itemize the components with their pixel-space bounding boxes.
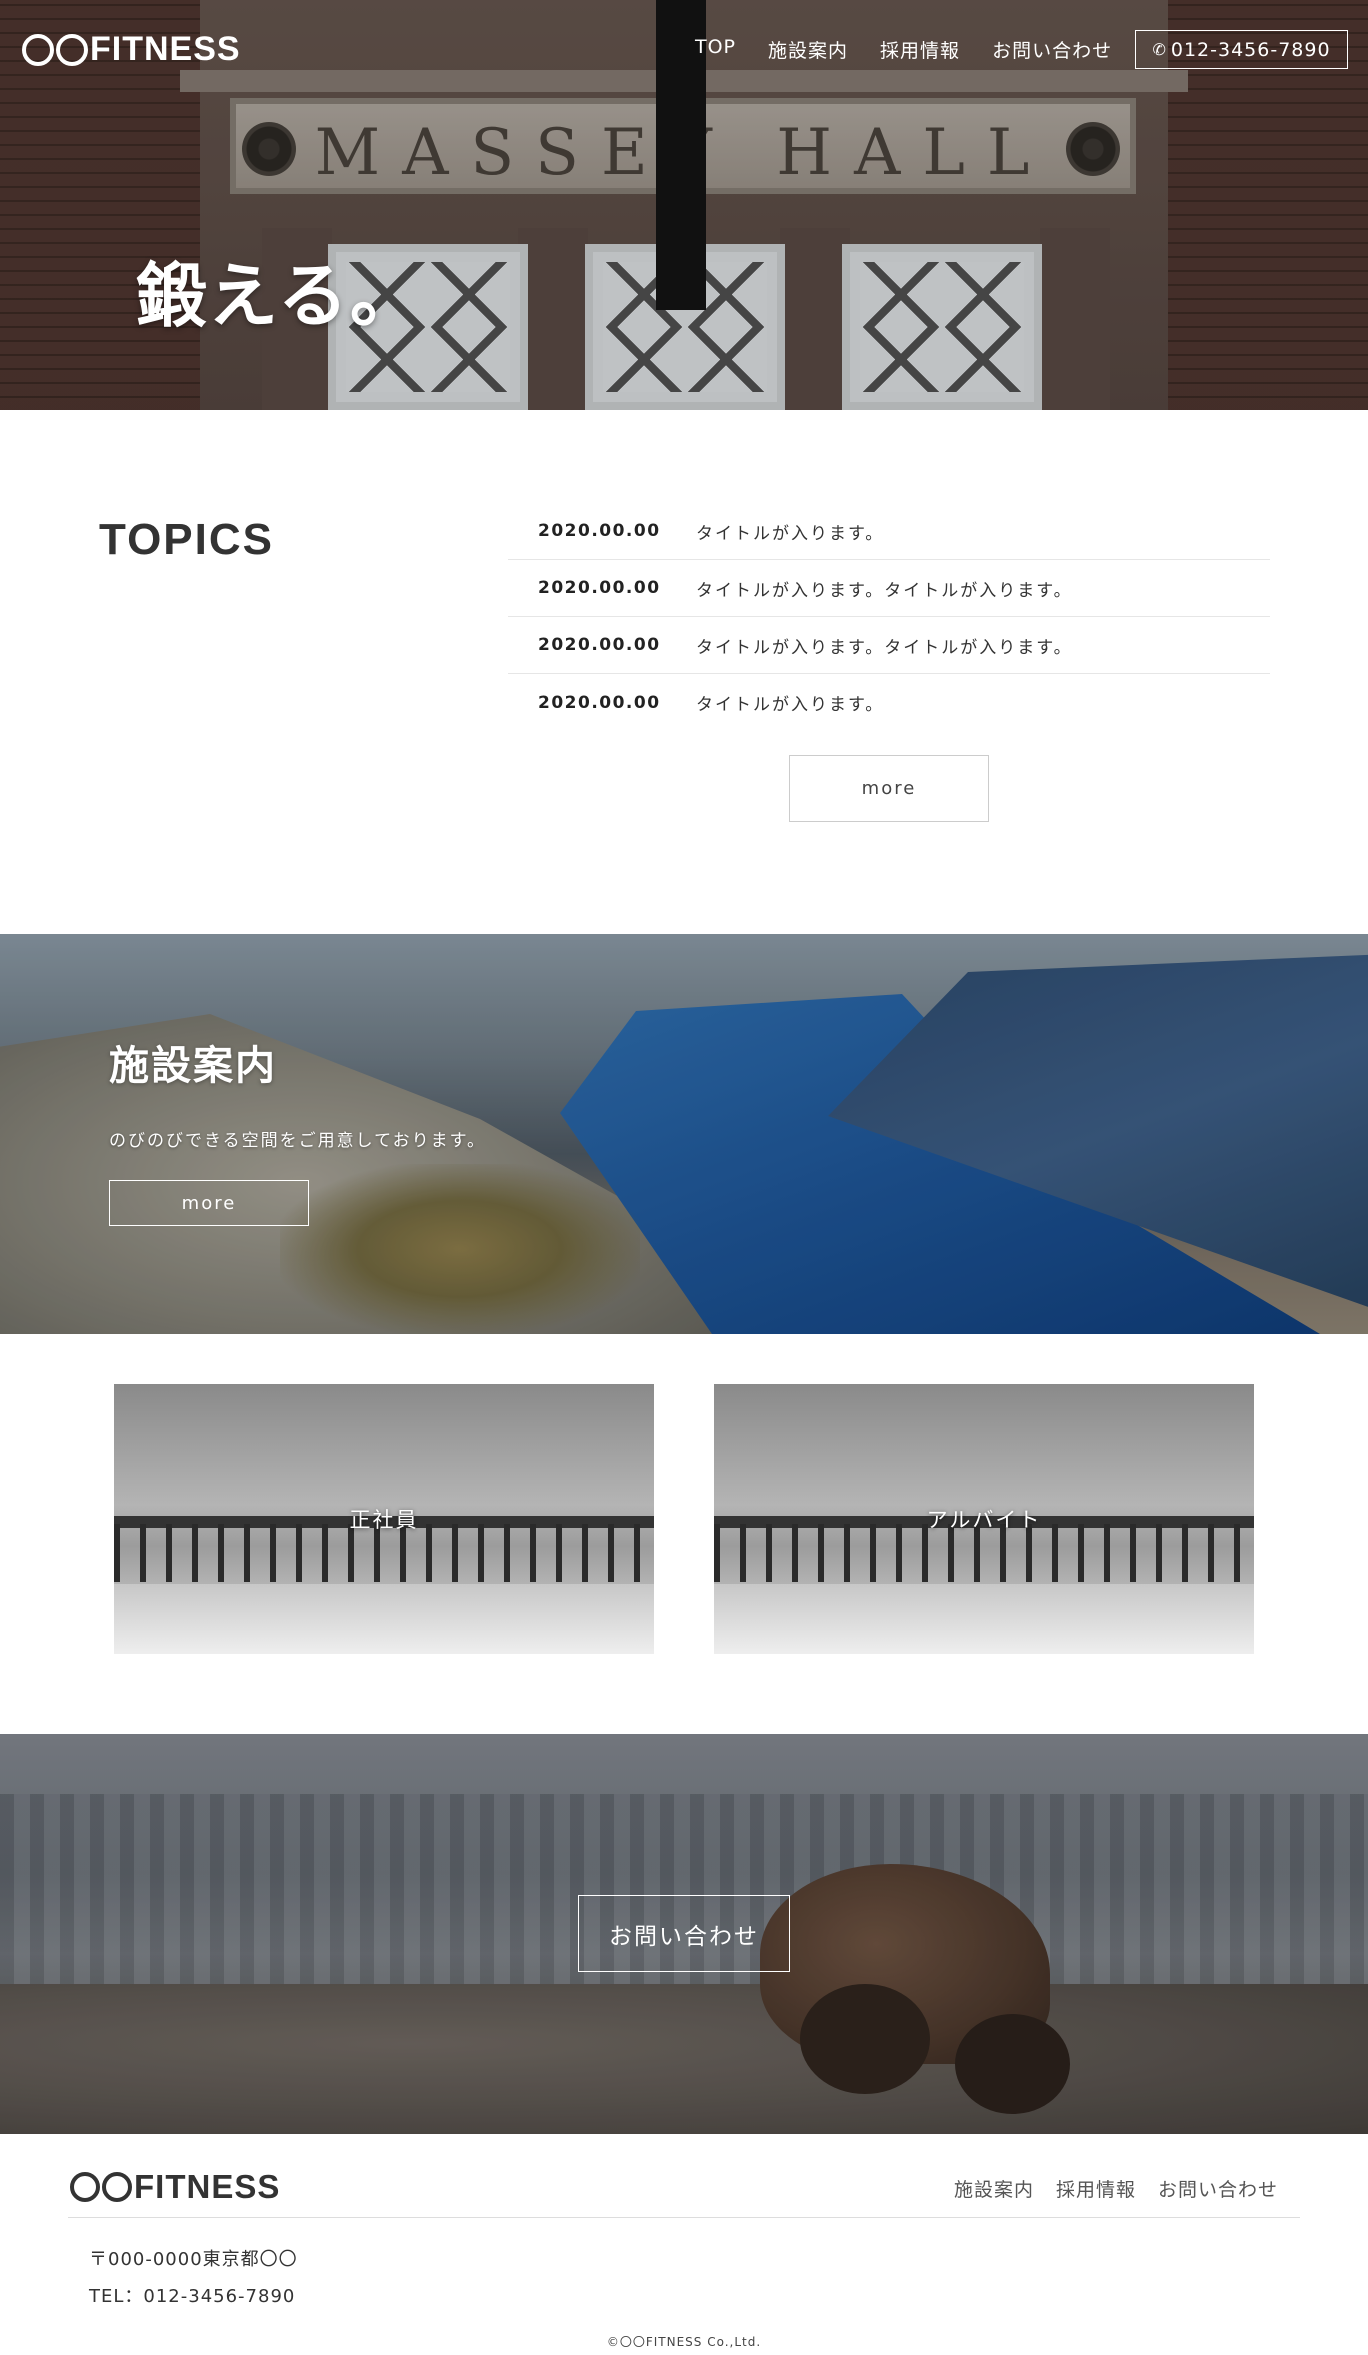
header-nav: TOP 施設案内 採用情報 お問い合わせ — [695, 36, 1112, 63]
topic-item[interactable]: 2020.00.00 タイトルが入ります。 — [508, 503, 1270, 560]
logo-circle-icon — [56, 33, 88, 66]
recruit-card-fulltime[interactable]: 正社員 — [114, 1384, 654, 1654]
contact-button[interactable]: お問い合わせ — [578, 1895, 790, 1972]
header-tel-button[interactable]: ✆ 012-3456-7890 — [1135, 30, 1348, 69]
header-logo-text: FITNESS — [90, 30, 241, 68]
topic-title: タイトルが入ります。タイトルが入ります。 — [696, 580, 1073, 601]
recruit-card-label: 正社員 — [349, 1508, 419, 1532]
copyright: ©〇〇FITNESS Co.,Ltd. — [606, 2335, 762, 2349]
topic-date: 2020.00.00 — [538, 578, 661, 598]
topic-title: タイトルが入ります。 — [696, 523, 885, 544]
topics-heading: TOPICS — [99, 515, 275, 564]
topic-title: タイトルが入ります。 — [696, 695, 885, 715]
footer-nav: 施設案内 採用情報 お問い合わせ — [954, 2175, 1278, 2202]
topic-date: 2020.00.00 — [538, 635, 661, 655]
nav-recruit[interactable]: 採用情報 — [880, 36, 960, 63]
footer-nav-recruit[interactable]: 採用情報 — [1056, 2175, 1136, 2202]
topic-item[interactable]: 2020.00.00 タイトルが入ります。タイトルが入ります。 — [508, 560, 1270, 617]
logo-circle-icon — [22, 33, 54, 66]
pier-surf — [114, 1584, 654, 1654]
hero-title: 鍛える。 — [136, 255, 422, 337]
footer-address: 〒000-0000東京都〇〇 — [89, 2249, 298, 2270]
facility-more-button[interactable]: more — [109, 1180, 309, 1226]
header-tel-number: 012-3456-7890 — [1170, 38, 1331, 61]
recruit-card-parttime[interactable]: アルバイト — [714, 1384, 1254, 1654]
footer-logo-text: FITNESS — [134, 2168, 281, 2205]
phone-icon: ✆ — [1152, 40, 1167, 59]
footer-tel: TEL：012-3456-7890 — [89, 2286, 296, 2307]
nav-facility[interactable]: 施設案内 — [768, 36, 848, 63]
logo-circle-icon — [102, 2172, 132, 2202]
nav-contact[interactable]: お問い合わせ — [992, 36, 1112, 63]
footer-divider — [68, 2217, 1300, 2218]
footer-nav-contact[interactable]: お問い合わせ — [1158, 2175, 1278, 2202]
topic-title: タイトルが入ります。タイトルが入ります。 — [696, 637, 1073, 658]
footer-nav-facility[interactable]: 施設案内 — [954, 2175, 1034, 2202]
topic-item[interactable]: 2020.00.00 タイトルが入ります。タイトルが入ります。 — [508, 617, 1270, 674]
topics-list: 2020.00.00 タイトルが入ります。 2020.00.00 タイトルが入り… — [508, 503, 1270, 731]
header-logo[interactable]: FITNESS — [22, 30, 241, 69]
logo-circle-icon — [70, 2172, 100, 2202]
facility-description: のびのびできる空間をご用意しております。 — [109, 1131, 486, 1151]
topic-date: 2020.00.00 — [538, 692, 661, 713]
topic-item[interactable]: 2020.00.00 タイトルが入ります。 — [508, 674, 1270, 731]
nav-top[interactable]: TOP — [695, 36, 736, 63]
pier-surf — [714, 1584, 1254, 1654]
topics-more-button[interactable]: more — [789, 755, 989, 822]
topic-date: 2020.00.00 — [538, 521, 661, 541]
recruit-card-label: アルバイト — [926, 1508, 1042, 1532]
footer-logo[interactable]: FITNESS — [70, 2168, 280, 2206]
facility-title: 施設案内 — [109, 1043, 277, 1089]
